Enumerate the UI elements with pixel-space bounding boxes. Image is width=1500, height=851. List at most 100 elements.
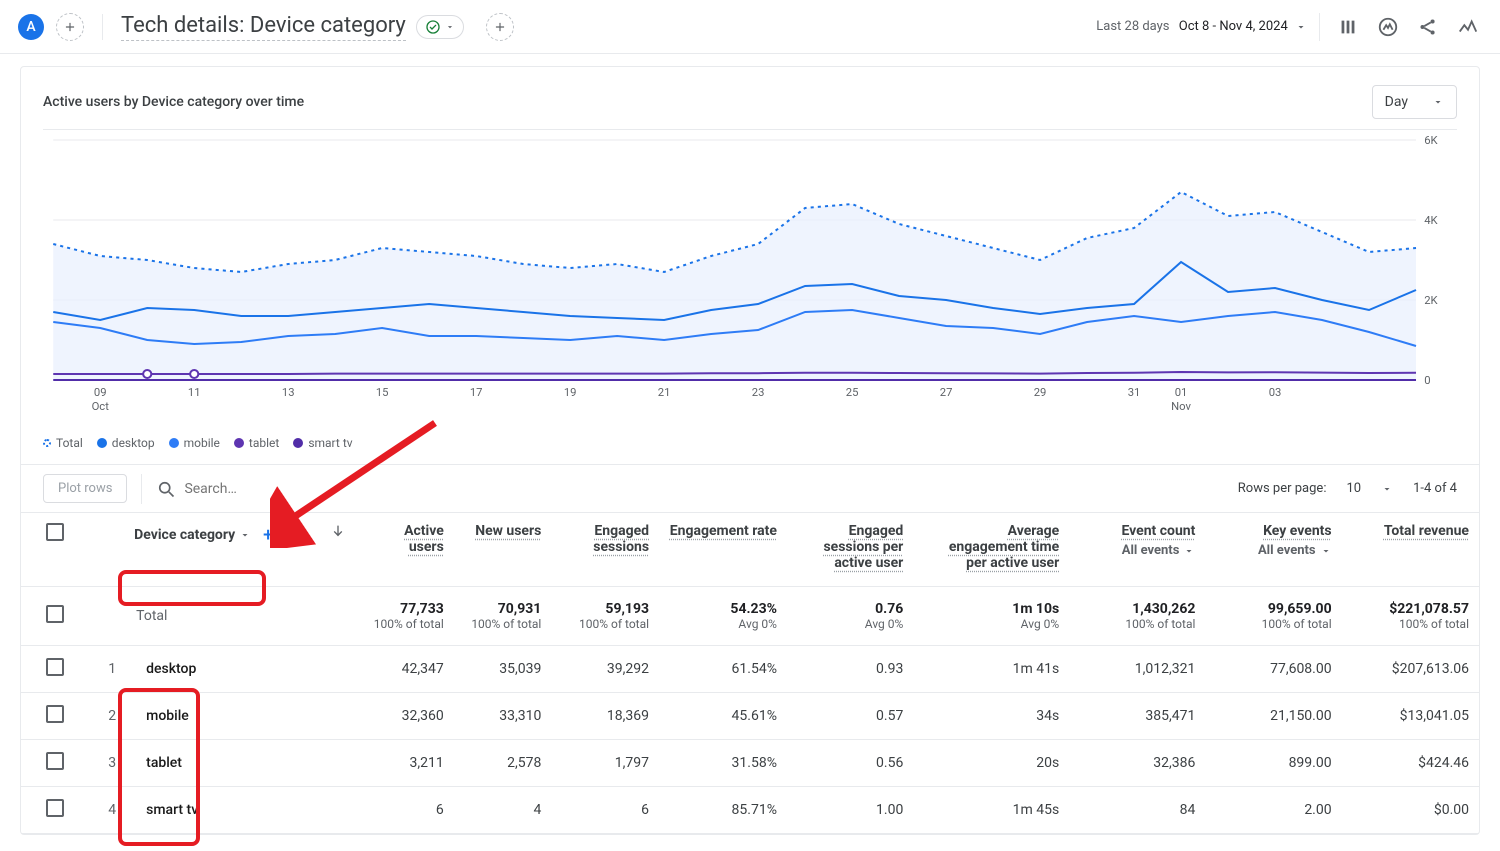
table-row[interactable]: 3tablet3,2112,5781,79731.58%0.5620s32,38… xyxy=(21,740,1479,787)
table-row[interactable]: 2mobile32,36033,31018,36945.61%0.5734s38… xyxy=(21,693,1479,740)
search-input-wrap[interactable] xyxy=(156,479,304,499)
column-header[interactable]: Active users xyxy=(356,513,454,587)
chart-legend: Total desktop mobile tablet smart tv xyxy=(21,428,1479,464)
granularity-select[interactable]: Day xyxy=(1372,85,1457,119)
svg-text:19: 19 xyxy=(564,386,577,399)
plus-icon xyxy=(493,20,507,34)
svg-text:6K: 6K xyxy=(1424,134,1437,147)
separator xyxy=(102,14,103,40)
legend-item[interactable]: Total xyxy=(43,436,83,450)
svg-text:15: 15 xyxy=(376,386,389,399)
caret-down-icon xyxy=(445,22,455,32)
row-checkbox[interactable] xyxy=(46,799,64,817)
chart-title: Active users by Device category over tim… xyxy=(43,94,304,110)
bar-chart-icon xyxy=(1337,16,1359,38)
column-header[interactable]: Engaged sessions xyxy=(551,513,659,587)
svg-text:0: 0 xyxy=(1424,374,1430,387)
dimension-value: smart tv xyxy=(136,802,198,818)
avatar-letter: A xyxy=(26,19,35,35)
column-subselect[interactable]: All events xyxy=(1215,543,1331,558)
caret-down-icon xyxy=(1381,483,1393,495)
legend-swatch xyxy=(169,438,179,448)
column-header[interactable]: Event countAll events xyxy=(1069,513,1205,587)
dimension-value: mobile xyxy=(136,708,189,724)
legend-swatch xyxy=(234,438,244,448)
insights-button[interactable] xyxy=(1454,13,1482,41)
legend-item[interactable]: desktop xyxy=(97,436,155,450)
legend-swatch xyxy=(293,438,303,448)
plot-rows-button[interactable]: Plot rows xyxy=(43,474,127,503)
row-checkbox[interactable] xyxy=(46,658,64,676)
svg-text:09: 09 xyxy=(94,386,107,399)
column-header[interactable]: Engaged sessions per active user xyxy=(787,513,913,587)
row-checkbox[interactable] xyxy=(46,752,64,770)
date-range-picker[interactable]: Last 28 days Oct 8 - Nov 4, 2024 xyxy=(1096,19,1307,34)
select-all-checkbox[interactable] xyxy=(46,523,64,541)
pagination-range: 1-4 of 4 xyxy=(1413,481,1457,496)
disk-icon xyxy=(1377,16,1399,38)
column-header[interactable]: Key eventsAll events xyxy=(1205,513,1341,587)
save-report-button[interactable] xyxy=(1374,13,1402,41)
column-header[interactable]: New users xyxy=(454,513,552,587)
column-header[interactable]: Engagement rate xyxy=(659,513,787,587)
row-checkbox[interactable] xyxy=(46,705,64,723)
svg-text:17: 17 xyxy=(470,386,483,399)
date-range-value: Oct 8 - Nov 4, 2024 xyxy=(1179,19,1288,34)
legend-label: smart tv xyxy=(308,436,352,450)
table-row[interactable]: 4smart tv64685.71%1.001m 45s842.00$0.00 xyxy=(21,787,1479,834)
customize-report-button[interactable] xyxy=(1334,13,1362,41)
svg-text:29: 29 xyxy=(1034,386,1047,399)
check-circle-icon xyxy=(425,19,441,35)
share-button[interactable] xyxy=(1414,13,1442,41)
svg-text:01: 01 xyxy=(1175,386,1188,399)
rows-per-page-value: 10 xyxy=(1346,481,1361,496)
add-comparison-button[interactable] xyxy=(486,13,514,41)
separator xyxy=(141,474,142,504)
share-icon xyxy=(1417,16,1439,38)
svg-text:27: 27 xyxy=(940,386,953,399)
add-segment-button[interactable] xyxy=(56,13,84,41)
plus-icon xyxy=(63,20,77,34)
sparkline-icon xyxy=(1457,16,1479,38)
svg-text:03: 03 xyxy=(1269,386,1282,399)
table-row[interactable]: 1desktop42,34735,03939,29261.54%0.931m 4… xyxy=(21,646,1479,693)
data-table: Device category + Active usersNew usersE… xyxy=(21,512,1479,834)
page-title[interactable]: Tech details: Device category xyxy=(121,13,406,41)
status-chip[interactable] xyxy=(416,15,464,39)
add-dimension-button[interactable]: + xyxy=(259,525,273,546)
sort-arrow-down-icon[interactable] xyxy=(330,523,346,539)
svg-text:31: 31 xyxy=(1128,386,1141,399)
svg-text:Oct: Oct xyxy=(92,400,110,413)
column-subselect[interactable]: All events xyxy=(1079,543,1195,558)
dimension-header-select[interactable]: Device category xyxy=(126,523,259,547)
row-checkbox[interactable] xyxy=(46,605,64,623)
account-avatar[interactable]: A xyxy=(18,14,44,40)
legend-label: desktop xyxy=(112,436,155,450)
svg-text:23: 23 xyxy=(752,386,765,399)
dimension-header-label: Device category xyxy=(134,527,235,543)
date-range-label: Last 28 days xyxy=(1096,19,1169,34)
legend-label: tablet xyxy=(249,436,279,450)
caret-down-icon xyxy=(1295,21,1307,33)
svg-text:13: 13 xyxy=(282,386,295,399)
svg-text:11: 11 xyxy=(188,386,201,399)
svg-text:2K: 2K xyxy=(1424,294,1437,307)
rows-per-page-select[interactable]: 10 xyxy=(1346,481,1393,496)
legend-item[interactable]: smart tv xyxy=(293,436,352,450)
search-icon xyxy=(156,479,176,499)
search-input[interactable] xyxy=(184,481,304,497)
table-total-row: Total77,733100% of total70,931100% of to… xyxy=(21,587,1479,646)
svg-text:Nov: Nov xyxy=(1171,400,1191,413)
granularity-value: Day xyxy=(1385,94,1408,110)
legend-item[interactable]: tablet xyxy=(234,436,279,450)
legend-label: Total xyxy=(56,436,83,450)
svg-text:21: 21 xyxy=(658,386,671,399)
dimension-value: desktop xyxy=(136,661,196,677)
svg-text:25: 25 xyxy=(846,386,859,399)
column-header[interactable]: Average engagement time per active user xyxy=(913,513,1069,587)
column-header[interactable]: Total revenue xyxy=(1342,513,1479,587)
legend-item[interactable]: mobile xyxy=(169,436,220,450)
line-chart[interactable]: 02K4K6K09Oct111315171921232527293101Nov0… xyxy=(43,129,1457,420)
dimension-value: tablet xyxy=(136,755,182,771)
rows-per-page-label: Rows per page: xyxy=(1238,481,1327,496)
